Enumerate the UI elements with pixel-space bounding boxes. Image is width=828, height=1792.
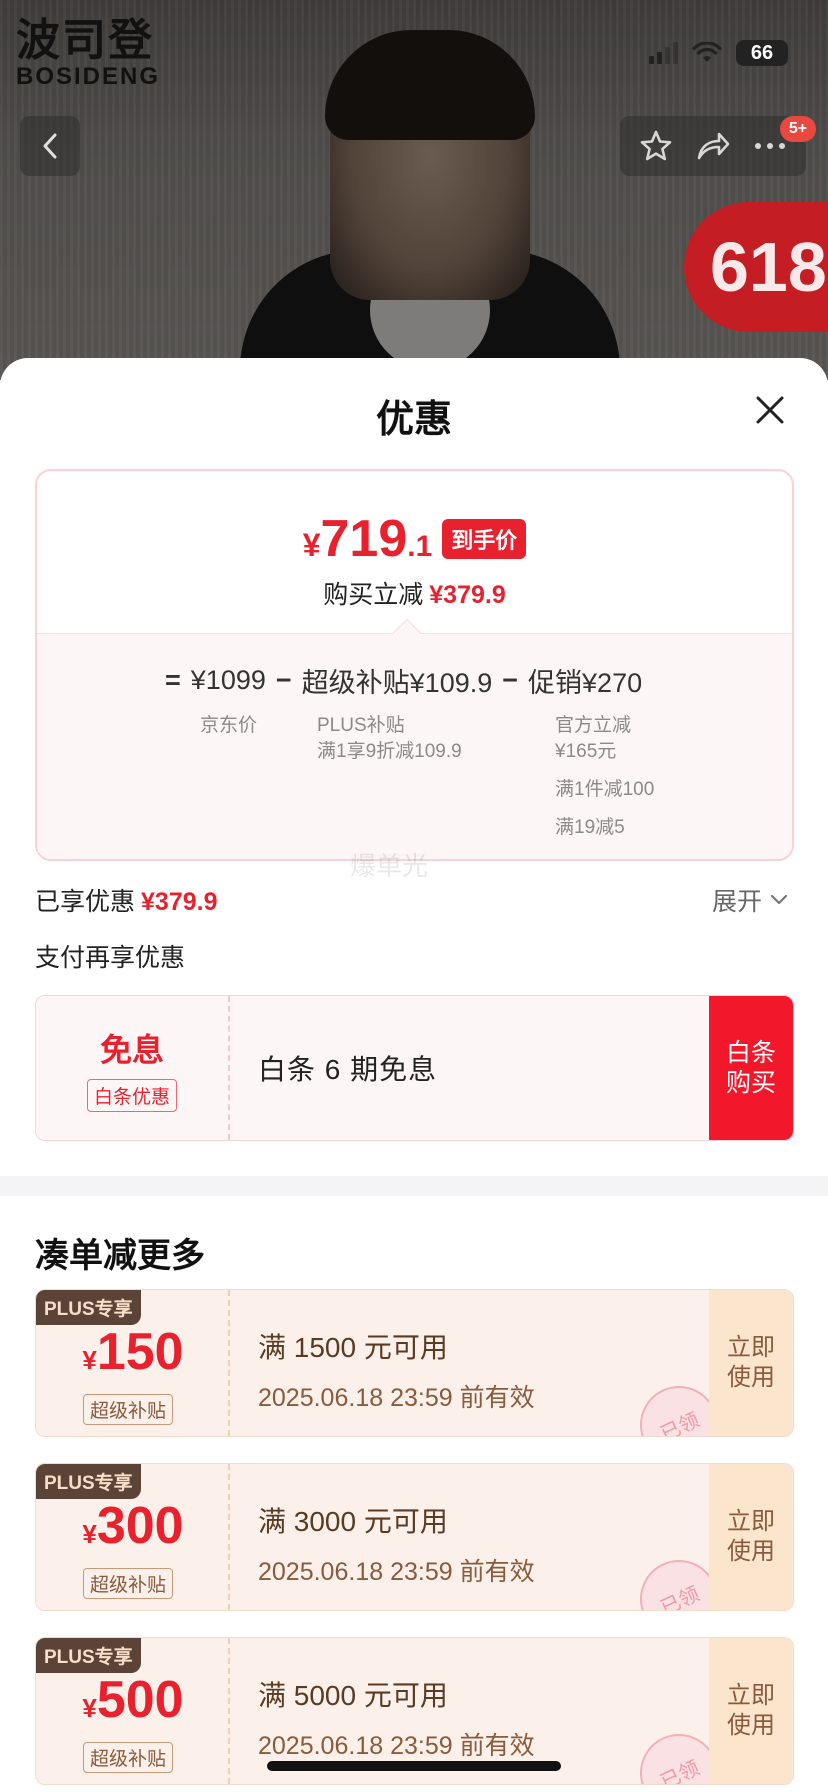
subsidy-details: PLUS补贴 满1享9折减109.9 <box>317 713 462 765</box>
use-coupon-button[interactable]: 立即 使用 <box>709 1464 793 1610</box>
star-icon <box>641 130 672 161</box>
coupon-condition: 满 3000 元可用 <box>258 1506 448 1537</box>
coupon-value: 300 <box>96 1497 184 1555</box>
base-price-caption: 京东价 <box>200 715 258 736</box>
coupon-chip: 超级补贴 <box>83 1742 174 1773</box>
use-coupon-label: 立即 使用 <box>727 1508 775 1565</box>
use-coupon-label: 立即 使用 <box>727 1334 775 1391</box>
chevron-left-icon <box>43 133 57 159</box>
baitiao-buy-button[interactable]: 白条 购买 <box>709 996 793 1140</box>
back-button[interactable] <box>20 116 80 176</box>
coupon-value: 150 <box>96 1323 184 1381</box>
coupon-validity: 2025.06.18 23:59 前有效 <box>258 1384 535 1412</box>
final-price-currency: ¥ <box>302 527 321 563</box>
final-price: ¥ 719 .1 到手价 <box>37 509 792 569</box>
brand-logo-en: BOSIDENG <box>16 63 161 90</box>
coupon-card: PLUS专享 ¥150 超级补贴 满 1500 元可用 2025.06.18 2… <box>35 1289 794 1437</box>
expand-label: 展开 <box>712 888 763 916</box>
reduction-label: 购买立减 <box>323 581 424 609</box>
interest-free-label: 免息 <box>99 1031 164 1068</box>
coupon-condition: 满 1500 元可用 <box>258 1332 448 1363</box>
final-price-dec: .1 <box>407 530 433 563</box>
coupon-amount: ¥300 <box>36 1496 230 1556</box>
coupon-value: 500 <box>96 1671 184 1729</box>
coupon-condition: 满 5000 元可用 <box>258 1680 448 1711</box>
battery-indicator: 66 <box>736 40 788 66</box>
coupon-currency: ¥ <box>82 1693 97 1723</box>
purchase-reduction: 购买立减 ¥379.9 <box>37 575 792 611</box>
promo-618-badge: 618 <box>684 202 828 332</box>
promo-details: 官方立减 ¥165元 满1件减100 满19减5 <box>555 713 654 841</box>
promo-detail-line: ¥165元 <box>555 741 617 762</box>
brand-logo: 波司登 BOSIDENG <box>16 18 160 90</box>
baitiao-chip: 白条优惠 <box>86 1078 177 1112</box>
reduction-value: ¥379.9 <box>429 581 506 609</box>
subsidy-detail-line: PLUS补贴 <box>317 715 405 736</box>
enjoyed-label: 已享优惠 <box>35 888 136 916</box>
enjoyed-discount: 已享优惠 ¥379.9 <box>35 882 217 918</box>
more-deals-title: 凑单减更多 <box>35 1237 205 1275</box>
use-coupon-label: 立即 使用 <box>727 1682 775 1739</box>
base-price: ¥1099 <box>190 665 266 695</box>
favorite-button[interactable] <box>634 124 678 168</box>
final-price-int: 719 <box>320 510 408 568</box>
coupon-chip: 超级补贴 <box>83 1568 174 1599</box>
baitiao-buy-label: 白条 购买 <box>725 1039 776 1097</box>
coupon-amount: ¥150 <box>36 1322 230 1382</box>
top-action-group <box>620 116 806 176</box>
more-dots-icon <box>754 143 785 149</box>
coupon-amount: ¥500 <box>36 1670 230 1730</box>
plus-exclusive-badge: PLUS专享 <box>36 1464 141 1499</box>
close-button[interactable] <box>748 388 792 432</box>
equals-sign: = <box>165 665 181 695</box>
use-coupon-button[interactable]: 立即 使用 <box>709 1638 793 1784</box>
coupon-validity: 2025.06.18 23:59 前有效 <box>258 1732 535 1760</box>
base-price-label: 京东价 <box>200 713 257 739</box>
status-bar-right: 66 <box>649 40 788 66</box>
expand-button[interactable]: 展开 <box>712 882 788 918</box>
coupon-card: PLUS专享 ¥300 超级补贴 满 3000 元可用 2025.06.18 2… <box>35 1463 794 1611</box>
share-button[interactable] <box>691 124 735 168</box>
share-icon <box>697 132 730 160</box>
coupon-chip: 超级补贴 <box>83 1394 174 1425</box>
coupon-currency: ¥ <box>82 1345 97 1375</box>
section-divider <box>0 1176 828 1196</box>
pay-more-heading: 支付再享优惠 <box>35 944 186 972</box>
subsidy-detail-line: 满1享9折减109.9 <box>317 741 462 762</box>
use-coupon-button[interactable]: 立即 使用 <box>709 1290 793 1436</box>
plus-exclusive-badge: PLUS专享 <box>36 1638 141 1673</box>
coupon-currency: ¥ <box>82 1519 97 1549</box>
chevron-down-icon <box>770 894 788 905</box>
baitiao-description: 白条 6 期免息 <box>258 1054 438 1085</box>
enjoyed-value: ¥379.9 <box>141 888 218 916</box>
minus-sign: − <box>275 665 292 695</box>
promo-detail-line: 满1件减100 <box>555 779 655 800</box>
brand-logo-cn: 波司登 <box>16 16 154 65</box>
sheet-title: 优惠 <box>375 399 452 441</box>
message-count-badge: 5+ <box>780 116 816 142</box>
plus-exclusive-badge: PLUS专享 <box>36 1290 141 1325</box>
baitiao-offer-badge: 免息 白条优惠 <box>36 996 230 1140</box>
watermark-text: 爆单光 <box>350 851 429 881</box>
wifi-icon <box>692 42 722 62</box>
subsidy-amount: 超级补贴¥109.9 <box>301 668 493 698</box>
price-formula: = ¥1099 − 超级补贴¥109.9 − 促销¥270 <box>155 661 642 700</box>
close-icon <box>756 396 784 424</box>
coupon-validity: 2025.06.18 23:59 前有效 <box>258 1558 535 1586</box>
baitiao-installment-offer[interactable]: 免息 白条优惠 白条 6 期免息 白条 购买 <box>35 995 794 1141</box>
signal-icon <box>649 42 678 64</box>
promo-amount: 促销¥270 <box>528 668 643 698</box>
home-indicator[interactable] <box>267 1761 561 1771</box>
promo-detail-line: 官方立减 <box>555 715 632 736</box>
minus-sign: − <box>502 665 519 695</box>
promo-detail-line: 满19减5 <box>555 817 625 838</box>
final-price-tag: 到手价 <box>442 519 527 559</box>
price-breakdown-card: ¥ 719 .1 到手价 购买立减 ¥379.9 = ¥1099 − 超级补贴¥1… <box>35 469 794 861</box>
